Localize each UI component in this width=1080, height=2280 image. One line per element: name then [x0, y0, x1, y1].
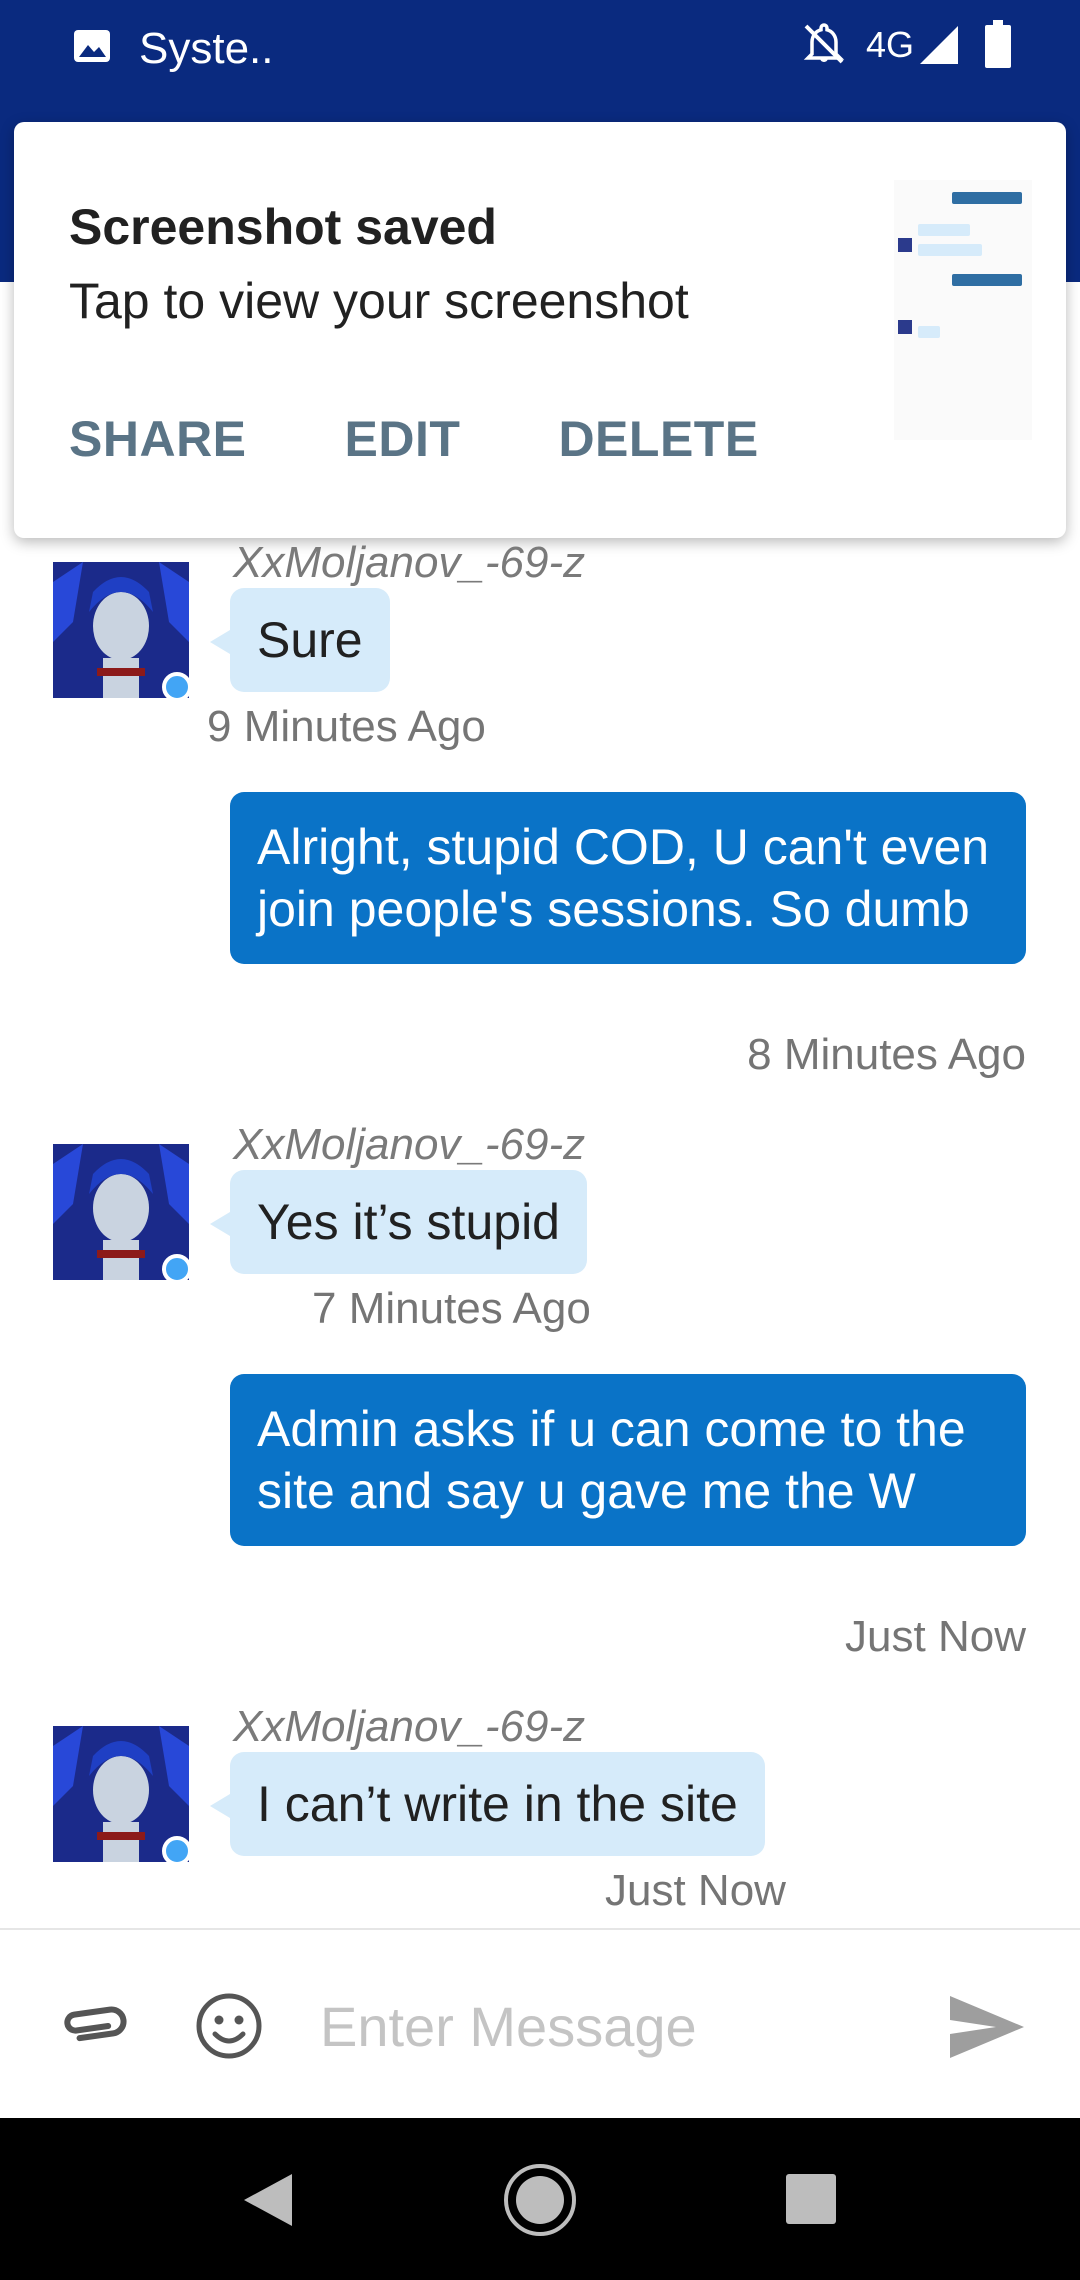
paperclip-icon[interactable] — [58, 1990, 130, 2062]
incoming-message: XxMoljanov_-69-z Yes it’s stupid 7 Minut… — [0, 1120, 1080, 1340]
sender-name: XxMoljanov_-69-z — [233, 538, 586, 587]
message-bubble[interactable]: Yes it’s stupid — [210, 1170, 587, 1274]
notification-subtitle: Tap to view your screenshot — [69, 273, 689, 329]
emoji-icon[interactable] — [193, 1990, 265, 2062]
message-input[interactable] — [320, 1976, 920, 2076]
back-icon[interactable] — [240, 2170, 296, 2230]
message-bubble[interactable]: Alright, stupid COD, U can't even join p… — [230, 792, 1026, 964]
online-indicator — [162, 1836, 192, 1866]
send-icon[interactable] — [946, 1992, 1026, 2062]
outgoing-message: Alright, stupid COD, U can't even join p… — [0, 792, 1080, 1082]
message-composer — [0, 1928, 1080, 2118]
message-timestamp: 8 Minutes Ago — [747, 1030, 1026, 1079]
notification-app-title: Syste.. — [139, 24, 274, 73]
navigation-bar — [0, 2118, 1080, 2280]
recents-icon[interactable] — [784, 2172, 838, 2226]
home-icon[interactable] — [502, 2162, 578, 2238]
sender-name: XxMoljanov_-69-z — [233, 1120, 586, 1169]
message-timestamp: Just Now — [605, 1866, 786, 1915]
incoming-message: XxMoljanov_-69-z Sure 9 Minutes Ago — [0, 538, 1080, 758]
online-indicator — [162, 672, 192, 702]
bell-off-icon — [803, 23, 845, 64]
message-timestamp: 7 Minutes Ago — [312, 1284, 591, 1333]
screenshot-thumbnail[interactable] — [894, 180, 1032, 440]
network-type: 4G — [866, 24, 915, 65]
message-timestamp: 9 Minutes Ago — [207, 702, 486, 751]
incoming-message: XxMoljanov_-69-z I can’t write in the si… — [0, 1702, 1080, 1922]
status-bar: Syste.. 4G — [0, 0, 1080, 94]
screenshot-notification[interactable]: Screenshot saved Tap to view your screen… — [14, 122, 1066, 538]
message-list[interactable]: XxMoljanov_-69-z Sure 9 Minutes Ago Alri… — [0, 538, 1080, 1928]
share-button[interactable]: SHARE — [69, 410, 247, 468]
message-bubble[interactable]: Admin asks if u can come to the site and… — [230, 1374, 1026, 1546]
delete-button[interactable]: DELETE — [558, 410, 758, 468]
notification-title: Screenshot saved — [69, 199, 497, 255]
outgoing-message: Admin asks if u can come to the site and… — [0, 1374, 1080, 1664]
edit-button[interactable]: EDIT — [345, 410, 461, 468]
sender-name: XxMoljanov_-69-z — [233, 1702, 586, 1751]
message-bubble[interactable]: I can’t write in the site — [210, 1752, 765, 1856]
battery-icon — [985, 20, 1011, 68]
signal-icon — [920, 26, 958, 64]
message-bubble[interactable]: Sure — [210, 588, 390, 692]
image-icon — [74, 30, 110, 62]
online-indicator — [162, 1254, 192, 1284]
message-timestamp: Just Now — [845, 1612, 1026, 1661]
